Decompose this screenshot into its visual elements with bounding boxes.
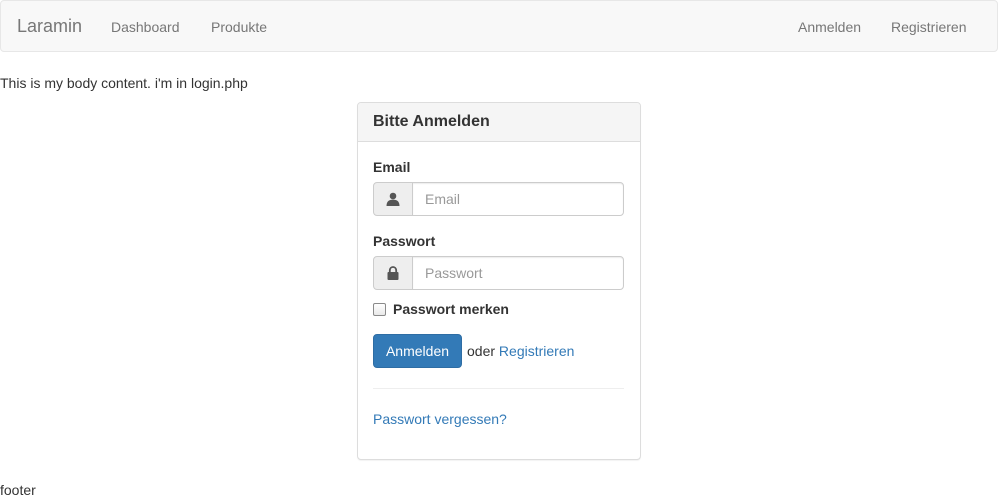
panel-heading: Bitte Anmelden xyxy=(358,103,640,142)
login-button[interactable]: Anmelden xyxy=(373,334,462,368)
remember-checkbox[interactable] xyxy=(373,303,386,316)
navbar: Laramin Dashboard Produkte Anmelden Regi… xyxy=(0,0,998,52)
divider xyxy=(373,388,624,389)
forgot-password-link[interactable]: Passwort vergessen? xyxy=(373,410,507,428)
email-input[interactable] xyxy=(412,182,624,216)
or-register-text: oder Registrieren xyxy=(467,342,574,360)
email-input-group xyxy=(373,182,624,216)
password-addon xyxy=(373,256,413,290)
login-panel: Bitte Anmelden Email Passwort Passwort m… xyxy=(357,102,641,460)
register-link[interactable]: Registrieren xyxy=(499,343,574,359)
remember-label[interactable]: Passwort merken xyxy=(393,300,509,318)
nav-link-registrieren[interactable]: Registrieren xyxy=(891,18,966,36)
footer: footer xyxy=(0,482,36,498)
email-label: Email xyxy=(373,159,411,175)
panel-title: Bitte Anmelden xyxy=(373,113,490,130)
password-input[interactable] xyxy=(412,256,624,290)
nav-link-anmelden[interactable]: Anmelden xyxy=(798,18,861,36)
nav-link-dashboard[interactable]: Dashboard xyxy=(111,18,180,36)
lock-icon xyxy=(387,266,399,280)
email-addon xyxy=(373,182,413,216)
password-label: Passwort xyxy=(373,233,436,249)
nav-link-produkte[interactable]: Produkte xyxy=(211,18,267,36)
password-input-group xyxy=(373,256,624,290)
brand-link[interactable]: Laramin xyxy=(17,16,82,36)
or-text: oder xyxy=(467,343,496,359)
user-icon xyxy=(386,192,400,206)
body-content-text: This is my body content. i'm in login.ph… xyxy=(0,75,248,91)
